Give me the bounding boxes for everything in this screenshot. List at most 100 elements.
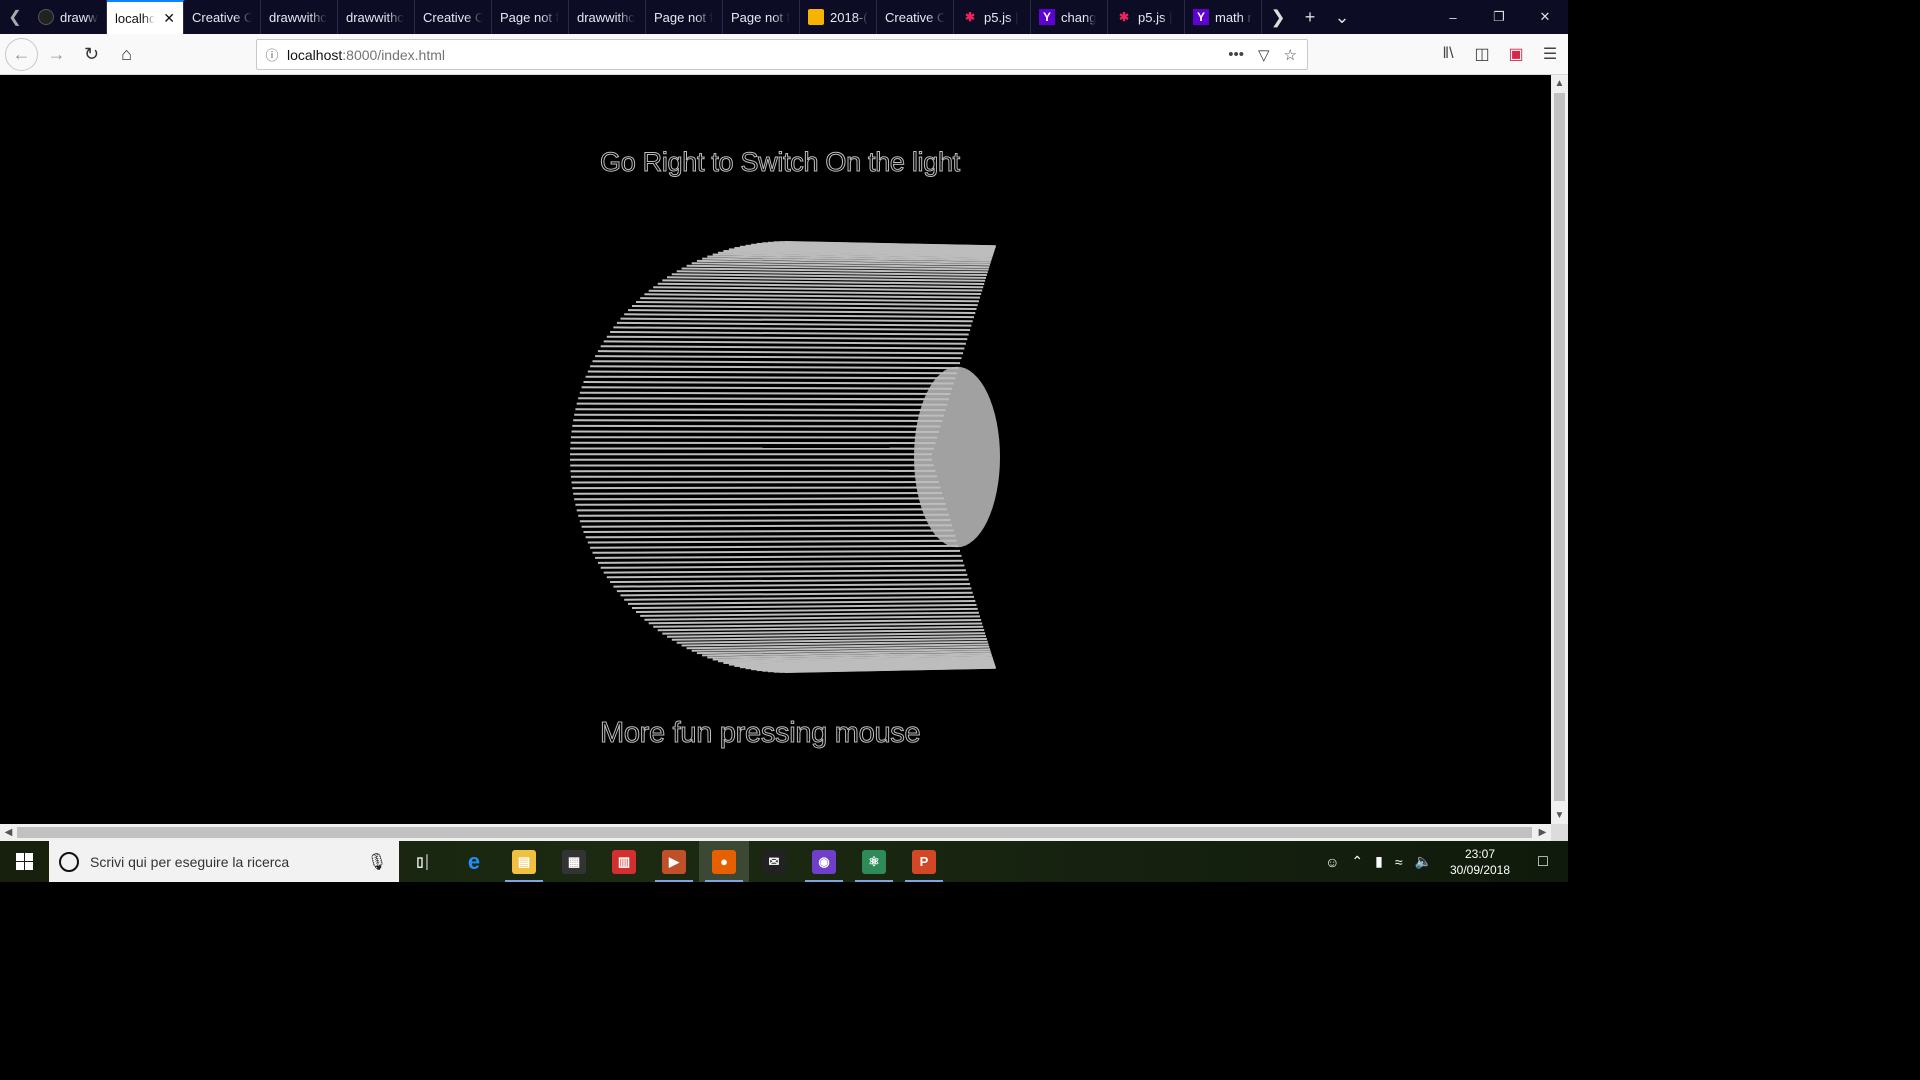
browser-tab[interactable]: ✱ p5.js | — [1108, 0, 1185, 34]
browser-tab[interactable]: Creative C — [184, 0, 261, 34]
tab-label: Creative C — [885, 9, 945, 25]
scroll-right-icon[interactable]: ▶ — [1534, 824, 1551, 841]
tab-label: Creative C — [192, 9, 252, 25]
browser-tab[interactable]: Ychang — [1031, 0, 1108, 34]
reader-taskbar-button[interactable]: ▥ — [599, 841, 649, 882]
git-gui-taskbar-button[interactable]: ▶ — [649, 841, 699, 882]
light-ray — [624, 313, 975, 319]
tab-label: Page not f — [731, 9, 791, 25]
git-gui-icon: ▶ — [662, 849, 686, 874]
browser-tab[interactable]: Creative C — [877, 0, 954, 34]
list-all-tabs-button[interactable]: ⌄ — [1326, 0, 1358, 34]
browser-tab[interactable]: Page not f — [492, 0, 569, 34]
light-ray — [585, 534, 956, 539]
microphone-icon[interactable]: 🎙 — [367, 852, 387, 872]
page-canvas[interactable]: Go Right to Switch On the light More fun… — [0, 75, 1551, 824]
page-actions-icon[interactable]: ••• — [1228, 46, 1244, 64]
minimize-button[interactable]: – — [1430, 0, 1476, 34]
light-ray — [597, 559, 964, 564]
close-tab-icon[interactable]: ✕ — [159, 10, 175, 27]
store-taskbar-button[interactable]: ▦ — [549, 841, 599, 882]
tab-label: Creative C — [423, 9, 483, 25]
light-ray — [603, 569, 966, 574]
atom-icon: ⚛ — [862, 849, 886, 874]
wifi-icon[interactable]: ≈ — [1395, 854, 1403, 870]
navigation-toolbar: ← → ↻ ⌂ ⓘ localhost:8000/index.html ••• … — [0, 34, 1568, 75]
back-button[interactable]: ← — [5, 37, 38, 71]
action-center-icon[interactable]: □ — [1528, 853, 1558, 871]
tab-strip: ❮ draww localhc ✕ Creative C drawwithc drawwi… — [0, 0, 1568, 34]
tab-strip-drag-area[interactable] — [1358, 0, 1430, 34]
tab-label: drawwithc — [269, 9, 327, 25]
tab-label: p5.js | — [984, 9, 1019, 25]
library-icon[interactable]: ‖\ — [1436, 40, 1460, 68]
vertical-scrollbar[interactable]: ▲ ▼ — [1551, 75, 1568, 824]
light-ray — [620, 317, 973, 323]
site-info-icon[interactable]: ⓘ — [257, 45, 287, 64]
browser-tab[interactable]: Page not f — [723, 0, 800, 34]
firefox-taskbar-button[interactable]: ● — [699, 841, 749, 882]
bookmark-star-icon[interactable]: ☆ — [1284, 46, 1297, 64]
light-ray — [595, 554, 962, 559]
light-ray — [640, 297, 979, 303]
github-desktop-taskbar-button[interactable]: ◉ — [799, 841, 849, 882]
scroll-left-icon[interactable]: ◀ — [0, 824, 17, 841]
browser-tab[interactable]: ✱ p5.js | — [954, 0, 1031, 34]
scroll-up-icon[interactable]: ▲ — [1551, 75, 1568, 92]
sketch-subtitle: More fun pressing mouse — [599, 717, 921, 750]
browser-tab[interactable]: drawwithc — [569, 0, 646, 34]
sidebar-icon[interactable]: ◫ — [1470, 40, 1494, 68]
light-ray — [583, 381, 954, 385]
home-button[interactable]: ⌂ — [110, 38, 143, 71]
light-ray — [600, 564, 965, 569]
battery-icon[interactable]: ▮ — [1375, 853, 1383, 870]
browser-tab[interactable]: draww — [30, 0, 107, 34]
people-icon[interactable]: ☺ — [1325, 854, 1339, 870]
tab-label: Page not f — [500, 9, 560, 25]
browser-tab[interactable]: drawwithc — [338, 0, 415, 34]
scroll-down-icon[interactable]: ▼ — [1551, 807, 1568, 824]
horizontal-scrollbar[interactable]: ◀ ▶ — [0, 824, 1551, 841]
light-ray — [573, 492, 943, 495]
pocket-icon[interactable]: ▽ — [1258, 46, 1270, 64]
menu-icon[interactable]: ☰ — [1538, 40, 1562, 68]
reload-button[interactable]: ↻ — [75, 38, 108, 71]
browser-tab[interactable]: Ymath r — [1185, 0, 1262, 34]
powerpoint-icon: P — [912, 849, 936, 874]
browser-tab[interactable]: Creative C — [415, 0, 492, 34]
tab-scroll-left-button[interactable]: ❮ — [0, 0, 30, 34]
browser-tab[interactable]: Page not f — [646, 0, 723, 34]
show-hidden-icons-icon[interactable]: ⌃ — [1351, 853, 1363, 870]
browser-tab[interactable]: 2018-( — [800, 0, 877, 34]
slides-icon — [808, 9, 824, 25]
url-bar[interactable]: ⓘ localhost:8000/index.html ••• ▽ ☆ — [256, 39, 1308, 70]
taskbar-search-box[interactable]: Scrivi qui per eseguire la ricerca 🎙 — [49, 841, 399, 882]
edge-taskbar-button[interactable]: e — [449, 841, 499, 882]
tab-label: drawwithc — [577, 9, 635, 25]
windows-taskbar: Scrivi qui per eseguire la ricerca 🎙 ▯│ e… — [0, 841, 1568, 882]
scrollbar-corner — [1551, 824, 1568, 841]
taskbar-clock[interactable]: 23:07 30/09/2018 — [1444, 846, 1516, 878]
close-window-button[interactable]: ✕ — [1522, 0, 1568, 34]
forward-button[interactable]: → — [40, 38, 73, 71]
pocket-toolbar-icon[interactable]: ▣ — [1504, 40, 1528, 68]
system-tray: ☺ ⌃ ▮ ≈ 🔈 23:07 30/09/2018 □ — [1325, 846, 1568, 878]
file-explorer-taskbar-button[interactable]: ▤ — [499, 841, 549, 882]
volume-icon[interactable]: 🔈 — [1415, 853, 1432, 870]
vertical-scroll-thumb[interactable] — [1554, 93, 1565, 801]
task-view-taskbar-button[interactable]: ▯│ — [399, 841, 449, 882]
browser-tab[interactable]: localhc ✕ — [107, 0, 184, 34]
browser-tab[interactable]: drawwithc — [261, 0, 338, 34]
light-ray — [644, 293, 981, 299]
tab-scroll-right-button[interactable]: ❯ — [1262, 0, 1294, 34]
atom-taskbar-button[interactable]: ⚛ — [849, 841, 899, 882]
mail-taskbar-button[interactable]: ✉ — [749, 841, 799, 882]
light-ray — [595, 355, 962, 360]
start-button[interactable] — [0, 841, 49, 882]
restore-button[interactable]: ❐ — [1476, 0, 1522, 34]
new-tab-button[interactable]: + — [1294, 0, 1326, 34]
horizontal-scroll-thumb[interactable] — [17, 827, 1532, 838]
light-ray — [590, 544, 959, 549]
sketch-title: Go Right to Switch On the light — [600, 147, 961, 178]
powerpoint-taskbar-button[interactable]: P — [899, 841, 949, 882]
